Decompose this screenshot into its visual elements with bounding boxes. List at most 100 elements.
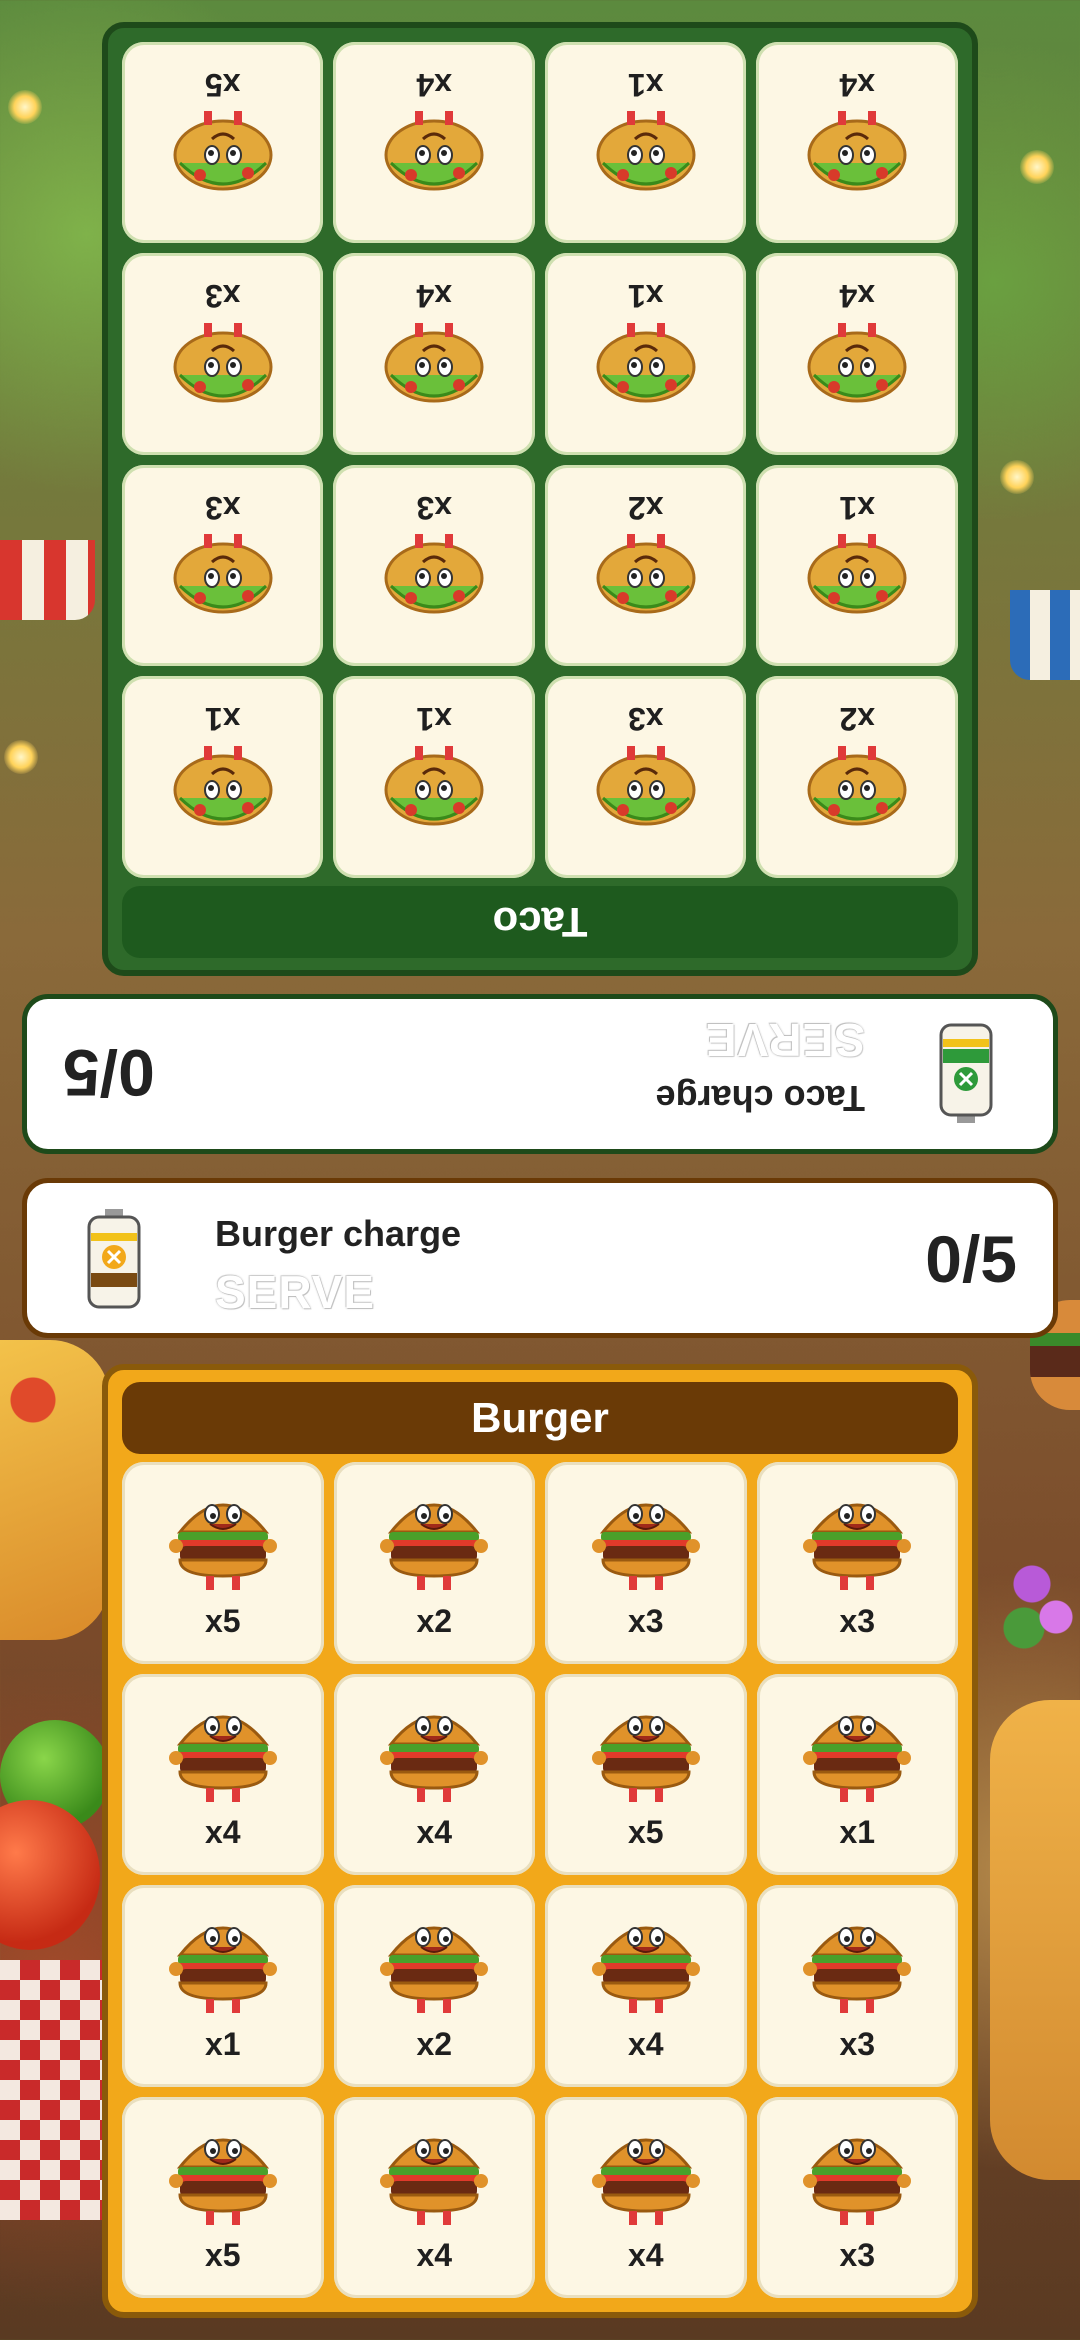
burger-card-count: x4 [416,1814,453,1850]
taco-card[interactable]: x3 [545,676,747,878]
burger-card[interactable]: x2 [333,1462,535,1664]
burger-card[interactable]: x4 [545,1885,747,2087]
burger-mascot-icon [591,1715,700,1802]
taco-mascot-icon [596,323,696,403]
taco-mascot [168,317,278,437]
taco-mascot-icon [807,746,907,826]
burger-card-count: x5 [627,1814,664,1850]
taco-card-count: x2 [627,490,664,526]
burger-card-count: x4 [204,1814,241,1850]
taco-card-count: x1 [204,701,241,738]
taco-card-count: x4 [416,278,453,315]
taco-card-count: x3 [627,701,664,738]
taco-card-count: x3 [416,490,453,526]
taco-mascot-icon [807,323,907,403]
taco-card[interactable]: x1 [122,676,324,878]
taco-mascot-icon [596,534,696,614]
taco-mascot [591,317,701,437]
burger-mascot [591,1480,701,1600]
taco-mascot-icon [807,534,907,614]
burger-mascot-icon [168,1715,277,1802]
taco-mascot-icon [384,323,484,403]
taco-card[interactable]: x3 [333,465,535,667]
taco-mascot [802,106,912,226]
burger-mascot-icon [168,1503,277,1590]
market-awning-right [1010,590,1080,680]
burger-mascot [379,2115,489,2235]
taco-mascot [591,740,701,860]
burger-card[interactable]: x4 [333,2096,535,2298]
burger-mascot-icon [380,1926,489,2013]
burger-mascot [802,2115,912,2235]
burger-mascot-icon [168,1926,277,2013]
taco-card-count: x3 [204,490,241,526]
burger-board: Burger x5 x2 x3 x3 x4 x4 x5 x1 x1 x2 x4 … [102,1364,978,2318]
taco-mascot-icon [173,534,273,614]
taco-charge-progress: 0/5 [63,1036,155,1110]
burger-mascot [379,1903,489,2023]
burger-card[interactable]: x5 [545,1673,747,1875]
burger-mascot-icon [168,2138,277,2225]
taco-card[interactable]: x4 [756,42,958,244]
burger-card[interactable]: x5 [122,1462,324,1664]
burger-mascot [168,2115,278,2235]
burger-board-title: Burger [122,1382,958,1454]
taco-mascot [379,317,489,437]
taco-serve-button[interactable]: SERVE [705,1013,865,1067]
burger-mascot [379,1480,489,1600]
taco-card[interactable]: x5 [122,42,324,244]
taco-card[interactable]: x1 [545,253,747,455]
burger-mascot [802,1903,912,2023]
burger-card-count: x3 [627,1602,664,1639]
burger-mascot [168,1903,278,2023]
burger-card[interactable]: x3 [756,1462,958,1664]
burger-card-count: x2 [416,2025,453,2062]
burger-mascot-icon [380,1715,489,1802]
taco-mascot [168,529,278,649]
burger-mascot-icon [380,1503,489,1590]
tablecloth-decoration [0,1960,110,2220]
burger-card[interactable]: x3 [756,1885,958,2087]
taco-card[interactable]: x3 [122,253,324,455]
burger-card[interactable]: x1 [756,1673,958,1875]
burger-mascot-icon [591,1503,700,1590]
pizza-decoration [0,1340,110,1640]
taco-mascot-icon [807,111,907,191]
burger-card[interactable]: x2 [333,1885,535,2087]
taco-card[interactable]: x4 [756,253,958,455]
taco-card[interactable]: x2 [545,465,747,667]
burger-mascot [591,2115,701,2235]
burger-card[interactable]: x1 [122,1885,324,2087]
burger-serve-button[interactable]: SERVE [215,1265,375,1319]
taco-mascot [379,106,489,226]
burger-mascot-icon [591,2138,700,2225]
taco-card[interactable]: x2 [756,676,958,878]
taco-card[interactable]: x4 [333,253,535,455]
burger-card[interactable]: x5 [122,2096,324,2298]
burger-card[interactable]: x3 [756,2096,958,2298]
tomato-decoration [0,1800,100,1950]
burger-card[interactable]: x3 [545,1462,747,1664]
burger-card-count: x2 [416,1602,453,1639]
burger-mascot-icon [803,1715,912,1802]
taco-card[interactable]: x1 [545,42,747,244]
burger-card[interactable]: x4 [545,2096,747,2298]
taco-mascot-icon [596,746,696,826]
taco-card[interactable]: x3 [122,465,324,667]
burger-card[interactable]: x4 [333,1673,535,1875]
taco-card[interactable]: x1 [333,676,535,878]
taco-card[interactable]: x1 [756,465,958,667]
market-awning-left [0,540,95,620]
burger-card[interactable]: x4 [122,1673,324,1875]
taco-board-title: Taco [122,886,958,958]
taco-card[interactable]: x4 [333,42,535,244]
taco-mascot-icon [384,746,484,826]
taco-mascot [802,529,912,649]
taco-mascot-icon [173,111,273,191]
taco-card-grid: x2 x3 x1 x1 x1 x2 x3 x3 x4 x1 x4 x3 x4 x… [122,42,958,878]
taco-mascot [379,529,489,649]
burger-mascot-icon [380,2138,489,2225]
taco-mascot [591,106,701,226]
burger-mascot-icon [803,2138,912,2225]
burger-mascot [802,1480,912,1600]
